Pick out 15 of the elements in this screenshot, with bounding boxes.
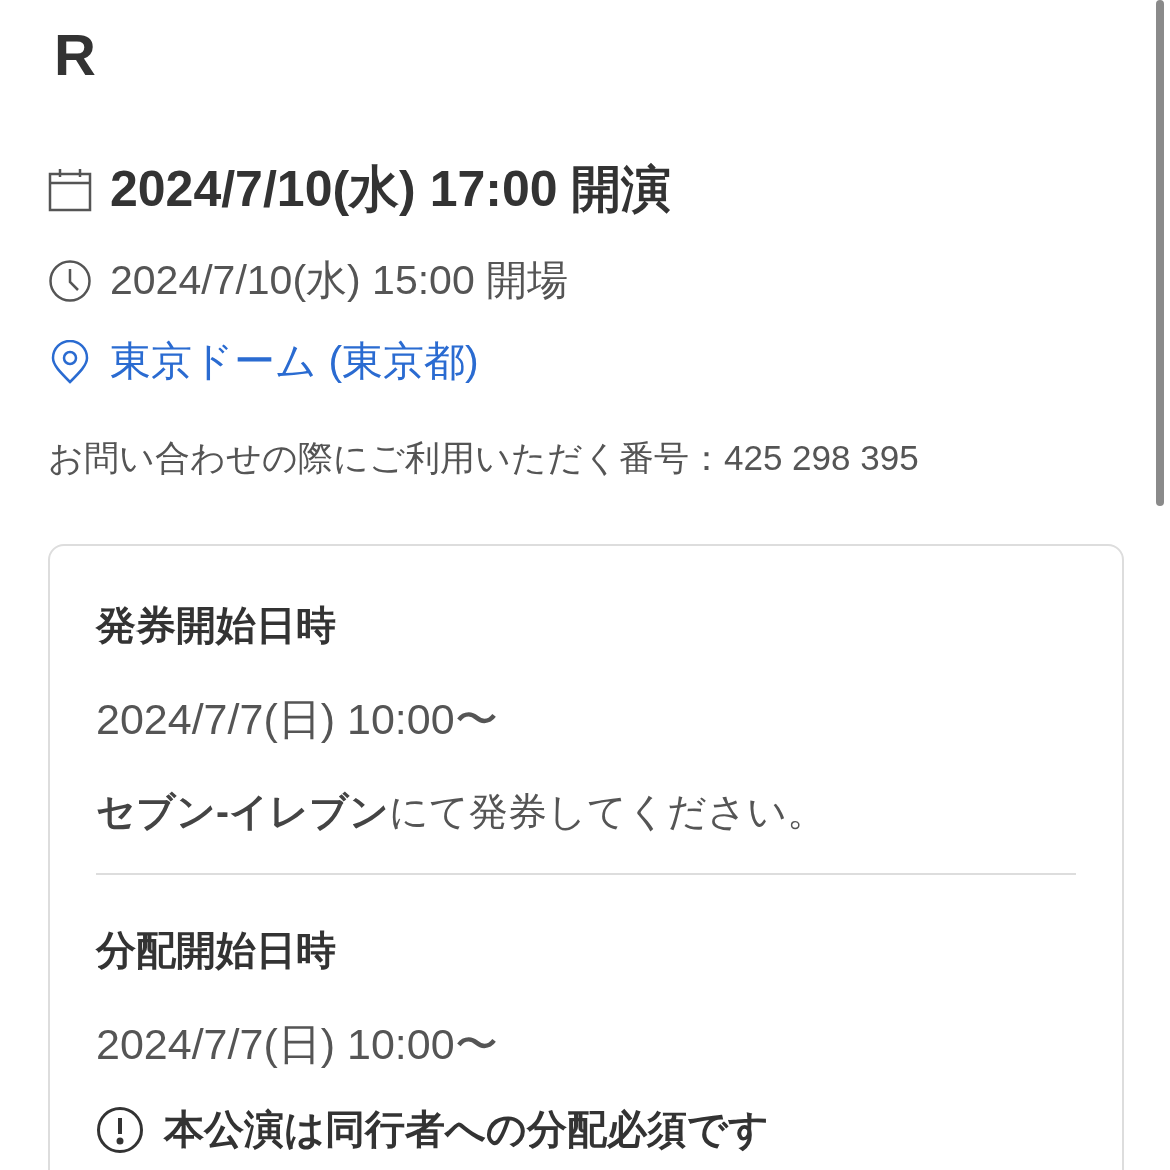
inquiry-number: お問い合わせの際にご利用いただく番号：425 298 395 [48, 437, 920, 479]
exclamation-icon [96, 1105, 144, 1154]
ticket-note: セブン-イレブンにて発券してください。 [96, 789, 827, 835]
event-title: R [54, 26, 97, 84]
start-datetime: 2024/7/7(日) 10:00〜 [96, 1019, 499, 1070]
calendar-icon [48, 167, 92, 212]
venue-link[interactable]: 東京ドーム (東京都) [110, 334, 479, 389]
section-heading: 分配開始日時 [96, 927, 337, 974]
scrollbar[interactable] [1156, 0, 1164, 506]
section-heading: 発券開始日時 [96, 602, 337, 649]
doors-time: 2024/7/10(水) 15:00 開場 [110, 256, 569, 305]
notice-text: 本公演は同行者への分配必須です [164, 1106, 769, 1153]
clock-icon [48, 258, 92, 303]
start-datetime: 2024/7/7(日) 10:00〜 [96, 694, 499, 745]
start-time: 2024/7/10(水) 17:00 開演 [110, 160, 672, 219]
